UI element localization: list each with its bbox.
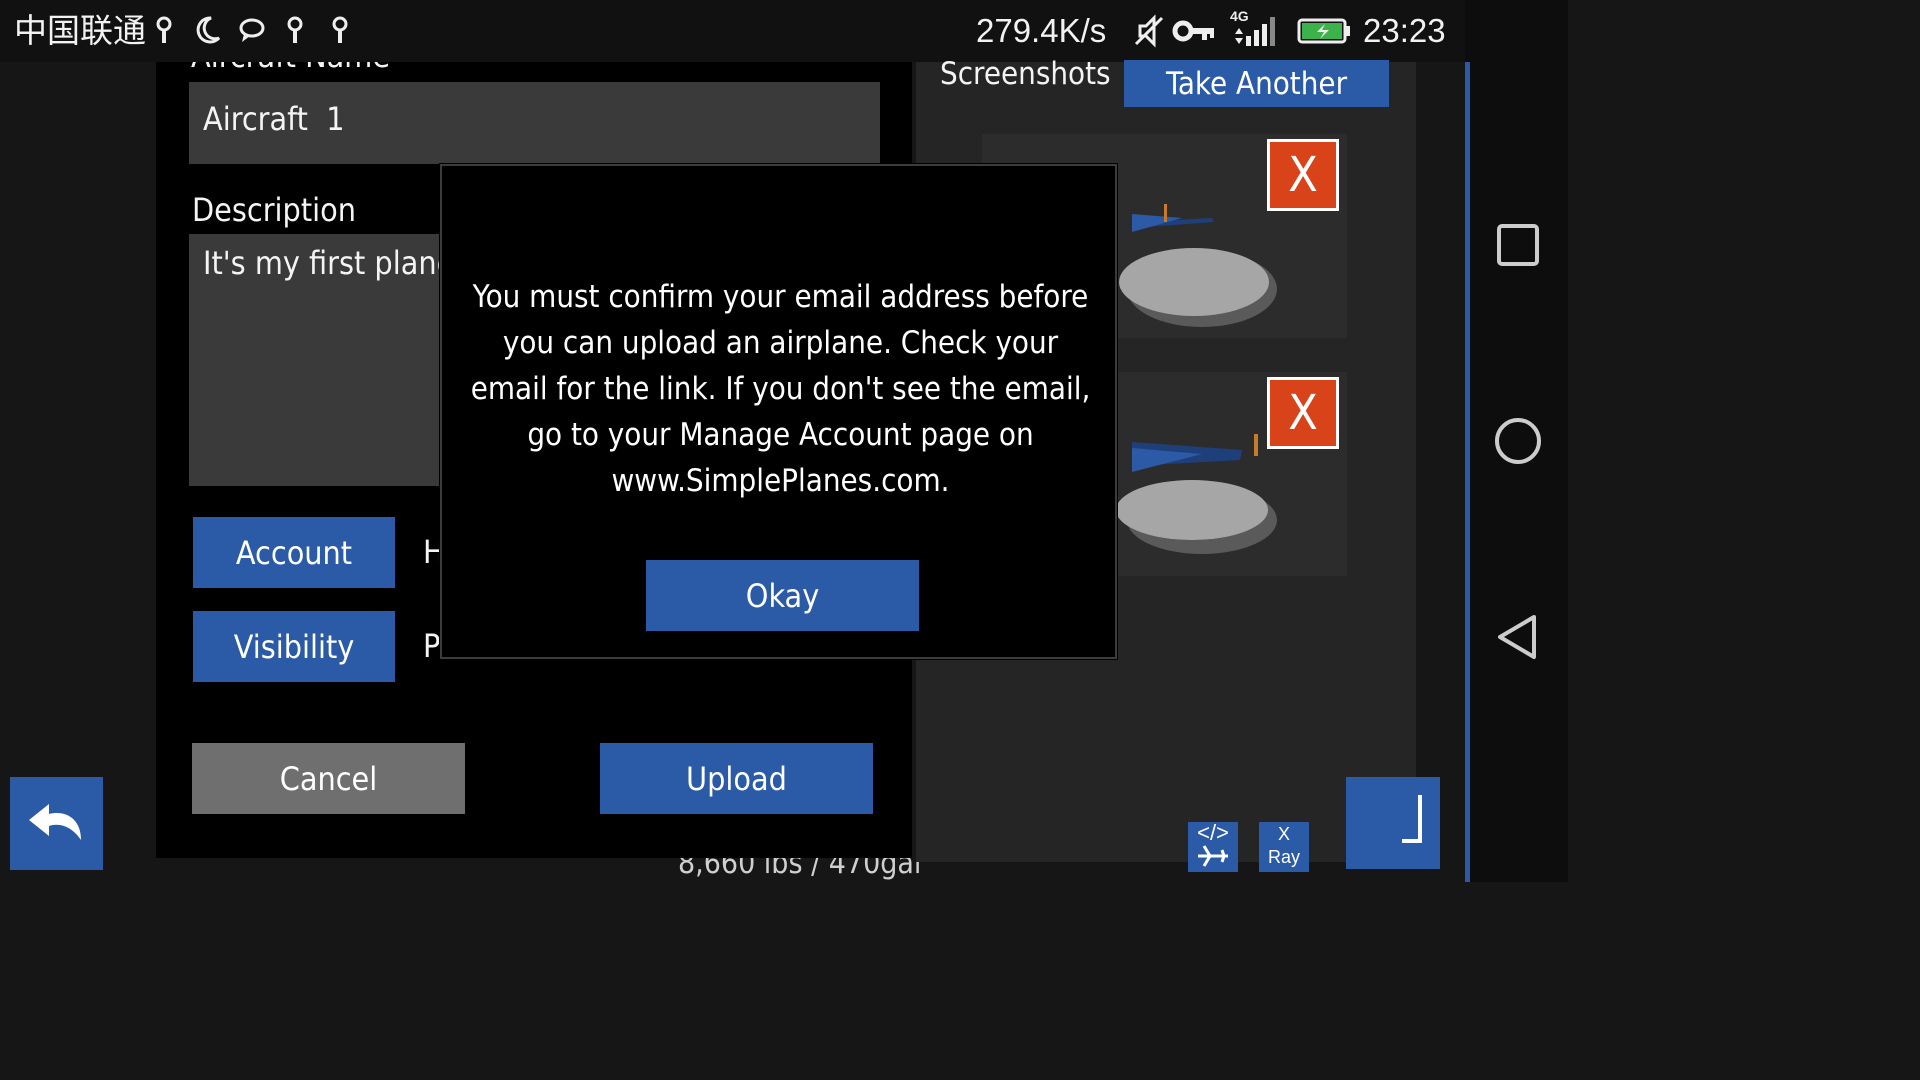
undo-button[interactable]	[10, 777, 103, 870]
home-button[interactable]	[1490, 413, 1546, 469]
edge-accent-bar	[1465, 62, 1470, 882]
delete-screenshot-button[interactable]: X	[1267, 139, 1339, 211]
airplane-icon	[1198, 845, 1228, 867]
description-label: Description	[192, 191, 356, 229]
delete-screenshot-button[interactable]: X	[1267, 377, 1339, 449]
xray-label-line1: X	[1277, 824, 1290, 844]
battery-icon	[1297, 18, 1350, 44]
chat-bubble-icon	[239, 18, 265, 42]
account-button[interactable]: Account	[193, 517, 395, 588]
aircraft-name-label: Aircraft Name	[191, 62, 390, 76]
vpn-key-icon	[1172, 20, 1214, 42]
modal-message: You must confirm your email address befo…	[470, 279, 1091, 499]
moon-icon	[196, 16, 221, 44]
code-icon: </>	[1197, 820, 1229, 845]
xray-button[interactable]: X Ray	[1259, 822, 1309, 872]
tool-button[interactable]	[1346, 777, 1440, 869]
cancel-button[interactable]: Cancel	[192, 743, 465, 814]
clock-label: 23:23	[1363, 12, 1446, 49]
visibility-button[interactable]: Visibility	[193, 611, 395, 682]
location-pin-icon	[332, 16, 348, 43]
code-plane-button[interactable]: </>	[1188, 822, 1238, 872]
xray-label-line2: Ray	[1267, 847, 1300, 867]
signal-icon	[1235, 17, 1275, 46]
upload-button[interactable]: Upload	[600, 743, 873, 814]
aircraft-name-label-clip: Aircraft Name	[191, 62, 591, 76]
status-bar: 中国联通 279.4K/s 4G 23:23	[0, 0, 1465, 62]
undo-icon	[28, 803, 81, 840]
back-button[interactable]	[1490, 609, 1546, 665]
screenshots-title: Screenshots	[940, 56, 1111, 92]
carrier-label: 中国联通	[14, 12, 146, 49]
okay-button[interactable]: Okay	[646, 560, 919, 631]
location-pin-icon	[156, 16, 172, 43]
net-speed-label: 279.4K/s	[976, 12, 1107, 49]
email-confirmation-modal: You must confirm your email address befo…	[440, 164, 1117, 659]
aircraft-name-value: Aircraft 1	[203, 100, 345, 138]
description-value: It's my first plane(	[203, 244, 466, 282]
visibility-value: P	[423, 627, 441, 665]
bracket-icon	[1402, 795, 1422, 843]
location-pin-icon	[287, 16, 303, 43]
mute-icon	[1134, 14, 1164, 48]
recent-apps-button[interactable]	[1490, 217, 1546, 273]
aircraft-name-input[interactable]: Aircraft 1	[189, 82, 880, 164]
take-another-button[interactable]: Take Another	[1124, 60, 1389, 107]
